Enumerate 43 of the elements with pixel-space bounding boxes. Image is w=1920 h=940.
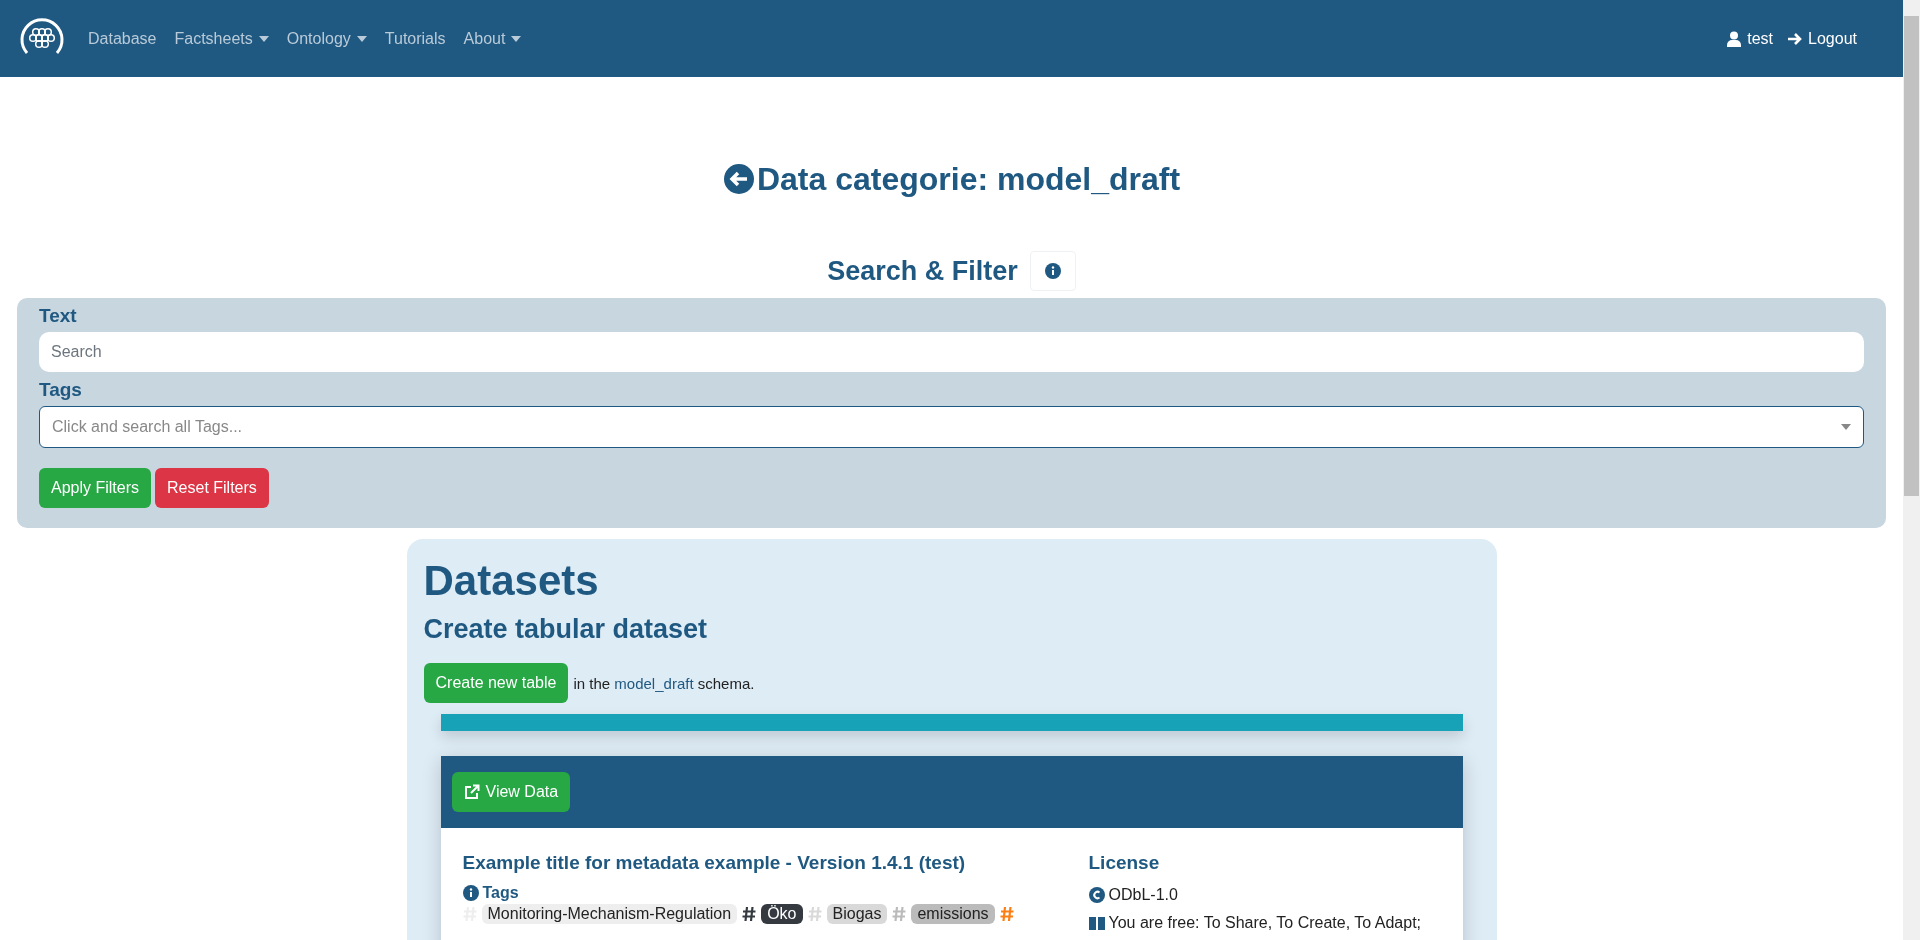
info-icon — [462, 885, 479, 901]
scrollbar[interactable] — [1903, 0, 1920, 940]
copyright-icon — [1088, 887, 1105, 903]
tags-select[interactable]: Click and search all Tags... — [39, 406, 1864, 448]
create-table-button[interactable]: Create new table — [423, 663, 569, 703]
caret-icon — [511, 35, 522, 42]
book-icon — [1088, 915, 1105, 931]
apply-filters-button[interactable]: Apply Filters — [39, 468, 152, 508]
caret-icon — [258, 35, 269, 42]
user-link[interactable]: test — [1726, 29, 1774, 48]
page-title: Data categorie: model_draft — [756, 160, 1181, 199]
license-name: ODbL-1.0 — [1108, 886, 1178, 904]
caret-icon — [1841, 424, 1851, 430]
info-icon — [1044, 263, 1061, 279]
section-heading: Search & Filter — [827, 255, 1018, 287]
datasets-heading: Datasets — [423, 556, 600, 606]
tag[interactable]: Biogas — [826, 904, 888, 924]
arrow-right-icon — [1787, 30, 1804, 47]
nav-link[interactable]: Factsheets — [174, 29, 269, 48]
dataset-title: Example title for metadata example - Version 1.4.1 (test) — [462, 851, 967, 875]
tags-heading: Tags — [482, 884, 519, 902]
nav-link[interactable]: Ontology — [286, 29, 367, 48]
schema-link[interactable]: model_draft — [614, 674, 694, 692]
info-button[interactable] — [1029, 251, 1076, 291]
nav-link[interactable]: Tutorials — [384, 29, 446, 48]
field-label: Tags — [39, 378, 83, 402]
nav-link[interactable]: Database — [88, 29, 157, 48]
user-icon — [1726, 30, 1743, 47]
license-text: You are free: To Share, To Create, To Adapt; — [1108, 914, 1421, 932]
logout-link[interactable]: Logout — [1787, 29, 1857, 48]
field-label: Text — [39, 304, 78, 328]
nav-link[interactable]: About — [463, 29, 522, 48]
tag[interactable]: emissions — [911, 904, 995, 924]
view-data-button[interactable]: View Data — [451, 772, 571, 812]
schema-sentence: in the model_draft schema. — [573, 674, 755, 692]
search-field[interactable]: Search — [39, 332, 1864, 372]
caret-icon — [356, 35, 367, 42]
license-heading: License — [1088, 851, 1161, 875]
subheading: Create tabular dataset — [423, 613, 709, 646]
external-link-icon — [463, 784, 480, 800]
reset-filters-button[interactable]: Reset Filters — [155, 468, 269, 508]
tag[interactable]: Öko — [761, 904, 803, 924]
tag[interactable]: Monitoring-Mechanism-Regulation — [481, 904, 738, 924]
